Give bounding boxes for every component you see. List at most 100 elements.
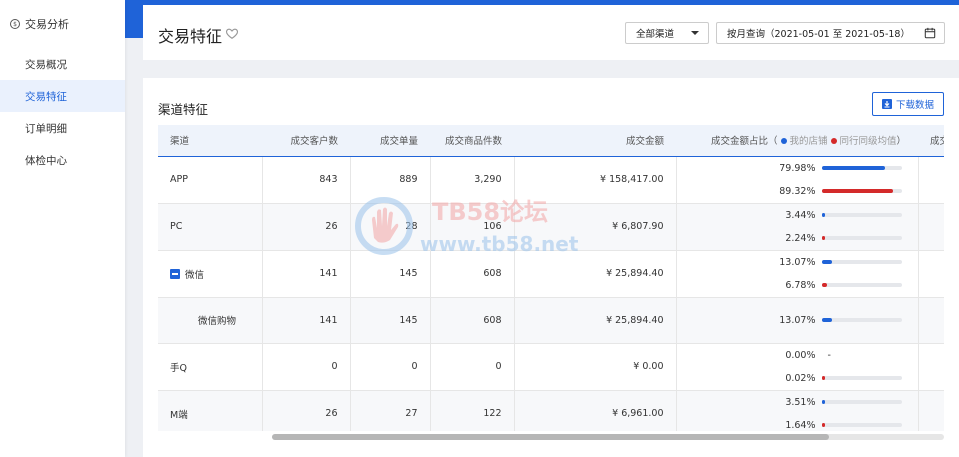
ratio-peer-fill <box>821 283 827 287</box>
cell-orders: 145 <box>350 297 431 344</box>
ratio-mine-bar <box>821 400 902 404</box>
col-header-orders[interactable]: 成交单量 <box>350 125 430 157</box>
ratio-peer-value: 0.02% <box>785 372 816 384</box>
scrollbar-thumb[interactable] <box>272 434 829 440</box>
heart-icon[interactable] <box>225 26 239 40</box>
date-range-value: 按月查询（2021-05-01 至 2021-05-18） <box>727 29 910 40</box>
ratio-mine-bar <box>821 318 902 322</box>
sidebar-item-overview[interactable]: 交易概况 <box>0 48 125 80</box>
col-header-items[interactable]: 成交商品件数 <box>430 125 514 157</box>
legend-dot-mine <box>781 138 788 145</box>
ratio-peer-bar <box>821 423 902 427</box>
download-label: 下载数据 <box>895 100 934 111</box>
table-row: 微信购物 141 145 608 ¥ 25,894.40 13.07% <box>158 297 944 344</box>
sidebar-item-label: 交易概况 <box>25 58 67 71</box>
channel-select[interactable]: 全部渠道 <box>625 22 709 44</box>
ratio-mine-fill <box>821 166 886 170</box>
sidebar-item-label: 订单明细 <box>25 122 67 135</box>
cell-channel-label: 微信 <box>185 269 205 281</box>
cell-amount: ¥ 0.00 <box>514 343 677 391</box>
ratio-mine-bar <box>821 260 902 264</box>
ratio-peer-bar <box>821 283 902 287</box>
download-button[interactable]: 下载数据 <box>872 92 944 116</box>
cell-channel: M端 <box>158 390 263 431</box>
ratio-peer-bar <box>821 376 902 380</box>
cell-items: 0 <box>430 343 515 391</box>
sidebar: $ 交易分析 交易概况 交易特征 订单明细 体检中心 <box>0 0 125 457</box>
cell-overflow <box>918 390 944 431</box>
sidebar-item-orders[interactable]: 订单明细 <box>0 112 125 144</box>
channel-table: 渠道 成交客户数 成交单量 成交商品件数 成交金额 成交金额占比（ 我的店铺 同行同… <box>158 125 944 431</box>
download-icon <box>881 99 892 109</box>
cell-channel: APP <box>158 156 263 204</box>
cell-items: 608 <box>430 250 515 298</box>
col-header-channel[interactable]: 渠道 <box>158 125 262 157</box>
ratio-peer-value: 89.32% <box>779 185 816 197</box>
cell-items: 608 <box>430 297 515 344</box>
cell-customers: 26 <box>262 203 351 251</box>
col-header-amount[interactable]: 成交金额 <box>514 125 676 157</box>
sidebar-header-label: 交易分析 <box>25 18 69 31</box>
cell-ratio: 3.44% 2.24% <box>676 203 919 251</box>
ratio-header-prefix: 成交金额占比（ <box>710 136 778 148</box>
ratio-mine-value: 79.98% <box>779 162 816 174</box>
cell-customers: 141 <box>262 250 351 298</box>
cell-orders: 27 <box>350 390 431 431</box>
cell-amount: ¥ 25,894.40 <box>514 250 677 298</box>
ratio-mine-fill <box>821 318 832 322</box>
channel-table-wrap[interactable]: 渠道 成交客户数 成交单量 成交商品件数 成交金额 成交金额占比（ 我的店铺 同行同… <box>158 125 944 431</box>
ratio-mine-bar <box>821 166 902 170</box>
col-header-overflow[interactable]: 成交 <box>918 125 944 157</box>
cell-amount: ¥ 6,961.00 <box>514 390 677 431</box>
sidebar-item-label: 交易特征 <box>25 90 67 103</box>
ratio-mine-fill <box>821 400 825 404</box>
cell-ratio: 0.00% - 0.02% <box>676 343 919 391</box>
cell-customers: 0 <box>262 343 351 391</box>
table-row: PC 26 28 106 ¥ 6,807.90 3.44% 2.24% <box>158 203 944 251</box>
cell-items: 3,290 <box>430 156 515 204</box>
cell-orders: 0 <box>350 343 431 391</box>
cell-ratio: 13.07% 6.78% <box>676 250 919 298</box>
section-title: 渠道特征 <box>158 102 209 117</box>
ratio-peer-bar <box>821 236 902 240</box>
cell-channel: PC <box>158 203 263 251</box>
cell-overflow <box>918 297 944 344</box>
channel-features-card: 渠道特征 下载数据 渠道 成交客户数 成交单量 成交商品件数 成交金额 成交金额… <box>143 78 959 457</box>
ratio-peer-fill <box>821 236 825 240</box>
horizontal-scrollbar[interactable] <box>272 434 944 440</box>
page-title: 交易特征 <box>158 27 223 46</box>
chevron-down-icon <box>691 31 699 35</box>
ratio-mine-value: 0.00% <box>785 349 816 361</box>
header-card: 交易特征 全部渠道 按月查询（2021-05-01 至 2021-05-18） <box>143 5 959 60</box>
collapse-icon[interactable] <box>170 268 180 279</box>
date-range-picker[interactable]: 按月查询（2021-05-01 至 2021-05-18） <box>716 22 945 44</box>
ratio-header-suffix: ） <box>896 136 906 148</box>
sidebar-header: $ 交易分析 <box>0 0 125 48</box>
table-header-row: 渠道 成交客户数 成交单量 成交商品件数 成交金额 成交金额占比（ 我的店铺 同行同… <box>158 125 944 157</box>
table-row: M端 26 27 122 ¥ 6,961.00 3.51% 1.64% <box>158 390 944 431</box>
cell-overflow <box>918 250 944 298</box>
calendar-icon <box>924 27 936 39</box>
cell-amount: ¥ 158,417.00 <box>514 156 677 204</box>
sidebar-item-checkup[interactable]: 体检中心 <box>0 144 125 176</box>
sidebar-item-label: 体检中心 <box>25 154 67 167</box>
col-header-customers[interactable]: 成交客户数 <box>262 125 350 157</box>
channel-select-value: 全部渠道 <box>636 29 675 40</box>
cell-channel: 微信 <box>158 250 263 298</box>
cell-overflow <box>918 156 944 204</box>
cell-amount: ¥ 25,894.40 <box>514 297 677 344</box>
table-row: 微信 141 145 608 ¥ 25,894.40 13.07% 6.78% <box>158 250 944 298</box>
cell-channel: 手Q <box>158 343 263 391</box>
cell-orders: 889 <box>350 156 431 204</box>
ratio-peer-value: 6.78% <box>785 279 816 291</box>
cell-orders: 28 <box>350 203 431 251</box>
legend-mine: 我的店铺 <box>789 136 828 148</box>
table-row: 手Q 0 0 0 ¥ 0.00 0.00% - 0.02% <box>158 343 944 391</box>
legend-dot-peer <box>831 138 838 145</box>
sidebar-item-features[interactable]: 交易特征 <box>0 80 125 112</box>
cell-overflow <box>918 203 944 251</box>
ratio-mine-value: 13.07% <box>779 256 816 268</box>
col-header-ratio[interactable]: 成交金额占比（ 我的店铺 同行同级均值） <box>676 125 918 157</box>
ratio-peer-fill <box>821 189 893 193</box>
top-accent-corner <box>125 0 143 38</box>
